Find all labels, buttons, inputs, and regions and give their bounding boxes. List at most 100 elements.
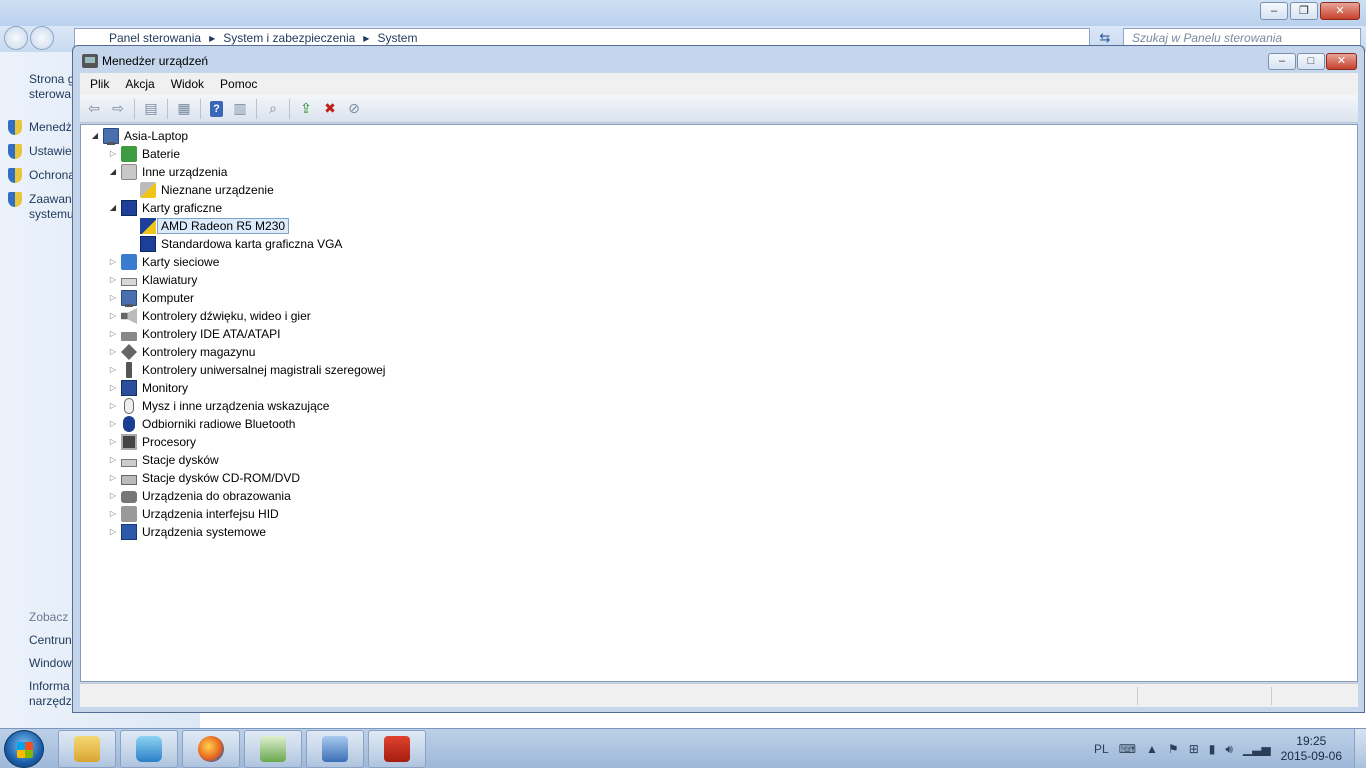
tree-category-kontrolery-usb[interactable]: ▷ Kontrolery uniwersalnej magistrali sze…: [109, 361, 385, 379]
tree-category-hid[interactable]: ▷ Urządzenia interfejsu HID: [109, 505, 279, 523]
tree-category-komputer[interactable]: ▷ Komputer: [109, 289, 194, 307]
tree-category-kontrolery-magazynu[interactable]: ▷ Kontrolery magazynu: [109, 343, 255, 361]
expand-arrow-icon[interactable]: ▷: [109, 253, 117, 271]
taskbar-app-network-center[interactable]: [244, 730, 302, 768]
expand-arrow-icon[interactable]: ▷: [109, 343, 117, 361]
left-link-home-cont[interactable]: sterowa: [29, 87, 72, 102]
breadcrumb-system[interactable]: System: [377, 31, 417, 45]
taskbar-app-explorer[interactable]: [58, 730, 116, 768]
scan-hardware-icon[interactable]: ⌕: [263, 99, 283, 119]
menu-pomoc[interactable]: Pomoc: [220, 77, 257, 91]
breadcrumb-system-i-zabezpieczenia[interactable]: System i zabezpieczenia: [223, 31, 355, 45]
tree-category-cdrom[interactable]: ▷ Stacje dysków CD-ROM/DVD: [109, 469, 300, 487]
expand-arrow-icon[interactable]: ▷: [109, 451, 117, 469]
expand-arrow-icon[interactable]: ▷: [109, 433, 117, 451]
expand-arrow-icon[interactable]: ▷: [109, 289, 117, 307]
expand-arrow-icon[interactable]: ▷: [109, 469, 117, 487]
tree-category-kontrolery-dzwieku[interactable]: ▷ Kontrolery dźwięku, wideo i gier: [109, 307, 311, 325]
tree-category-systemowe[interactable]: ▷ Urządzenia systemowe: [109, 523, 266, 541]
collapse-arrow-icon[interactable]: ◢: [91, 127, 99, 145]
minimize-button[interactable]: –: [1268, 53, 1296, 70]
expand-arrow-icon[interactable]: ▷: [109, 505, 117, 523]
tree-category-baterie[interactable]: ▷ Baterie: [109, 145, 180, 163]
see-also-link-performance-info[interactable]: Informa: [29, 679, 72, 694]
expand-arrow-icon[interactable]: ▷: [109, 325, 117, 343]
breadcrumb-panel-sterowania[interactable]: Panel sterowania: [109, 31, 201, 45]
tree-category-kontrolery-ide[interactable]: ▷ Kontrolery IDE ATA/ATAPI: [109, 325, 281, 343]
warning-device-icon: [140, 182, 156, 198]
tree-category-stacje-dyskow[interactable]: ▷ Stacje dysków: [109, 451, 219, 469]
tree-root[interactable]: ◢ Asia-Laptop: [91, 127, 188, 145]
menu-plik[interactable]: Plik: [90, 77, 109, 91]
network-signal-icon[interactable]: ▁▃▅: [1243, 742, 1271, 756]
back-nav-button[interactable]: [4, 26, 28, 50]
expand-arrow-icon[interactable]: ▷: [109, 379, 117, 397]
taskbar-app-device-manager[interactable]: [368, 730, 426, 768]
taskbar-app-firefox[interactable]: [182, 730, 240, 768]
control-panel-minimize-button[interactable]: –: [1260, 2, 1288, 20]
tree-category-label: Stacje dysków CD-ROM/DVD: [142, 471, 301, 485]
expand-arrow-icon[interactable]: ▷: [109, 271, 117, 289]
tree-device-standard-vga[interactable]: Standardowa karta graficzna VGA: [140, 235, 342, 253]
tree-category-mysz[interactable]: ▷ Mysz i inne urządzenia wskazujące: [109, 397, 329, 415]
language-indicator[interactable]: PL: [1094, 742, 1109, 756]
left-link-advanced-settings[interactable]: Zaawan: [29, 192, 72, 207]
left-link-device-manager[interactable]: Menedż: [29, 120, 72, 135]
close-button[interactable]: ✕: [1326, 53, 1357, 70]
tree-device-nieznane-urzadzenie[interactable]: Nieznane urządzenie: [140, 181, 274, 199]
show-desktop-button[interactable]: [1354, 729, 1366, 768]
clock[interactable]: 19:25 2015-09-06: [1281, 734, 1342, 764]
taskbar-app-control-panel[interactable]: [306, 730, 364, 768]
update-driver-icon[interactable]: ⇪: [296, 99, 316, 119]
expand-arrow-icon[interactable]: ▷: [109, 145, 117, 163]
forward-nav-button[interactable]: [30, 26, 54, 50]
battery-tray-icon[interactable]: ▮: [1209, 742, 1216, 756]
see-also-link-action-center[interactable]: Centrun: [29, 633, 72, 648]
breadcrumb-separator-icon[interactable]: ▶: [209, 34, 215, 43]
show-hide-console-tree-icon[interactable]: ▤: [141, 99, 161, 119]
uninstall-icon[interactable]: ✖: [320, 99, 340, 119]
start-button[interactable]: [4, 730, 44, 768]
collapse-arrow-icon[interactable]: ◢: [109, 163, 117, 181]
expand-arrow-icon[interactable]: ▷: [109, 415, 117, 433]
action-center-flag-icon[interactable]: ⚑: [1168, 742, 1179, 756]
tree-category-karty-graficzne[interactable]: ◢ Karty graficzne: [109, 199, 222, 217]
collapse-arrow-icon[interactable]: ◢: [109, 199, 117, 217]
tree-device-amd-radeon[interactable]: AMD Radeon R5 M230: [140, 217, 290, 235]
view-icon[interactable]: ▥: [230, 99, 250, 119]
disable-device-icon[interactable]: ⊘: [344, 99, 364, 119]
menu-akcja[interactable]: Akcja: [125, 77, 154, 91]
tree-category-klawiatury[interactable]: ▷ Klawiatury: [109, 271, 197, 289]
breadcrumb-separator-icon[interactable]: ▶: [363, 34, 369, 43]
expand-arrow-icon[interactable]: ▷: [109, 487, 117, 505]
control-panel-restore-button[interactable]: ❐: [1290, 2, 1318, 20]
windows-update-icon[interactable]: ⊞: [1189, 742, 1199, 756]
maximize-button[interactable]: □: [1297, 53, 1325, 70]
left-link-remote-settings[interactable]: Ustawie: [29, 144, 72, 159]
volume-icon[interactable]: 🔊︎: [1225, 742, 1233, 757]
left-link-system-protection[interactable]: Ochrona: [29, 168, 72, 183]
expand-arrow-icon[interactable]: ▷: [109, 397, 117, 415]
tree-category-obrazowania[interactable]: ▷ Urządzenia do obrazowania: [109, 487, 291, 505]
show-hidden-icons-icon[interactable]: ▲: [1146, 742, 1158, 756]
keyboard-layout-icon[interactable]: ⌨: [1119, 742, 1136, 756]
menu-widok[interactable]: Widok: [171, 77, 204, 91]
tree-category-inne-urzadzenia[interactable]: ◢ Inne urządzenia: [109, 163, 227, 181]
see-also-link-performance-info-cont[interactable]: narzędz: [29, 694, 72, 709]
expand-arrow-icon[interactable]: ▷: [109, 307, 117, 325]
tree-category-monitory[interactable]: ▷ Monitory: [109, 379, 188, 397]
forward-arrow-icon[interactable]: ⇨: [108, 99, 128, 119]
properties-icon[interactable]: ▦: [174, 99, 194, 119]
left-link-home[interactable]: Strona g: [29, 72, 72, 87]
tree-category-bluetooth[interactable]: ▷ Odbiorniki radiowe Bluetooth: [109, 415, 295, 433]
help-icon[interactable]: ?: [210, 100, 223, 117]
tree-category-karty-sieciowe[interactable]: ▷ Karty sieciowe: [109, 253, 219, 271]
tree-category-procesory[interactable]: ▷ Procesory: [109, 433, 196, 451]
control-panel-close-button[interactable]: ✕: [1320, 2, 1360, 20]
expand-arrow-icon[interactable]: ▷: [109, 361, 117, 379]
left-link-advanced-settings-cont[interactable]: systemu: [29, 207, 72, 222]
see-also-link-windows-update[interactable]: Window: [29, 656, 72, 671]
expand-arrow-icon[interactable]: ▷: [109, 523, 117, 541]
back-arrow-icon[interactable]: ⇦: [84, 99, 104, 119]
taskbar-app-media-player[interactable]: [120, 730, 178, 768]
